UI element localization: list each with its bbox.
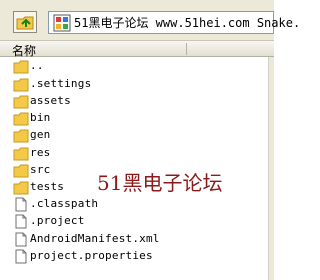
item-name: gen xyxy=(30,128,51,141)
list-item[interactable]: res xyxy=(0,145,268,162)
list-item[interactable]: assets xyxy=(0,93,268,110)
item-name: res xyxy=(30,146,51,159)
address-text: 51黑电子论坛 www.51hei.com Snake. xyxy=(74,16,301,30)
column-header: 名称 xyxy=(0,40,274,58)
folder-icon xyxy=(13,129,29,143)
folder-icon xyxy=(13,60,29,74)
item-name: bin xyxy=(30,111,51,124)
folder-icon xyxy=(13,147,29,161)
folder-icon xyxy=(13,181,29,195)
item-name: .. xyxy=(30,59,44,72)
item-name: src xyxy=(30,163,51,176)
file-icon xyxy=(15,197,27,212)
folder-up-icon xyxy=(16,16,34,30)
list-item[interactable]: .settings xyxy=(0,76,268,93)
list-item[interactable]: project.properties xyxy=(0,248,268,265)
list-item[interactable]: bin xyxy=(0,110,268,127)
file-icon xyxy=(15,232,27,247)
watermark: 51黑电子论坛 xyxy=(97,171,223,195)
up-folder-button[interactable] xyxy=(13,11,37,33)
folder-icon xyxy=(13,164,29,178)
file-icon xyxy=(15,214,27,229)
file-icon xyxy=(15,249,27,264)
folder-icon xyxy=(13,78,29,92)
workspace-icon xyxy=(53,14,71,32)
list-item[interactable]: .classpath xyxy=(0,196,268,213)
list-item[interactable]: gen xyxy=(0,127,268,144)
item-name: assets xyxy=(30,94,71,107)
vertical-scrollbar[interactable] xyxy=(268,57,274,280)
address-bar[interactable]: 51黑电子论坛 www.51hei.com Snake. xyxy=(48,11,300,34)
item-name: .project xyxy=(30,214,85,227)
item-name: project.properties xyxy=(30,249,153,262)
item-name: .settings xyxy=(30,77,92,90)
item-name: AndroidManifest.xml xyxy=(30,232,160,245)
item-name: .classpath xyxy=(30,197,99,210)
list-item[interactable]: .. xyxy=(0,58,268,75)
column-separator[interactable] xyxy=(186,43,187,55)
list-item[interactable]: AndroidManifest.xml xyxy=(0,231,268,248)
list-item[interactable]: .project xyxy=(0,213,268,230)
toolbar: 51黑电子论坛 www.51hei.com Snake. xyxy=(0,0,300,40)
folder-icon xyxy=(13,95,29,109)
item-name: tests xyxy=(30,180,65,193)
folder-icon xyxy=(13,112,29,126)
